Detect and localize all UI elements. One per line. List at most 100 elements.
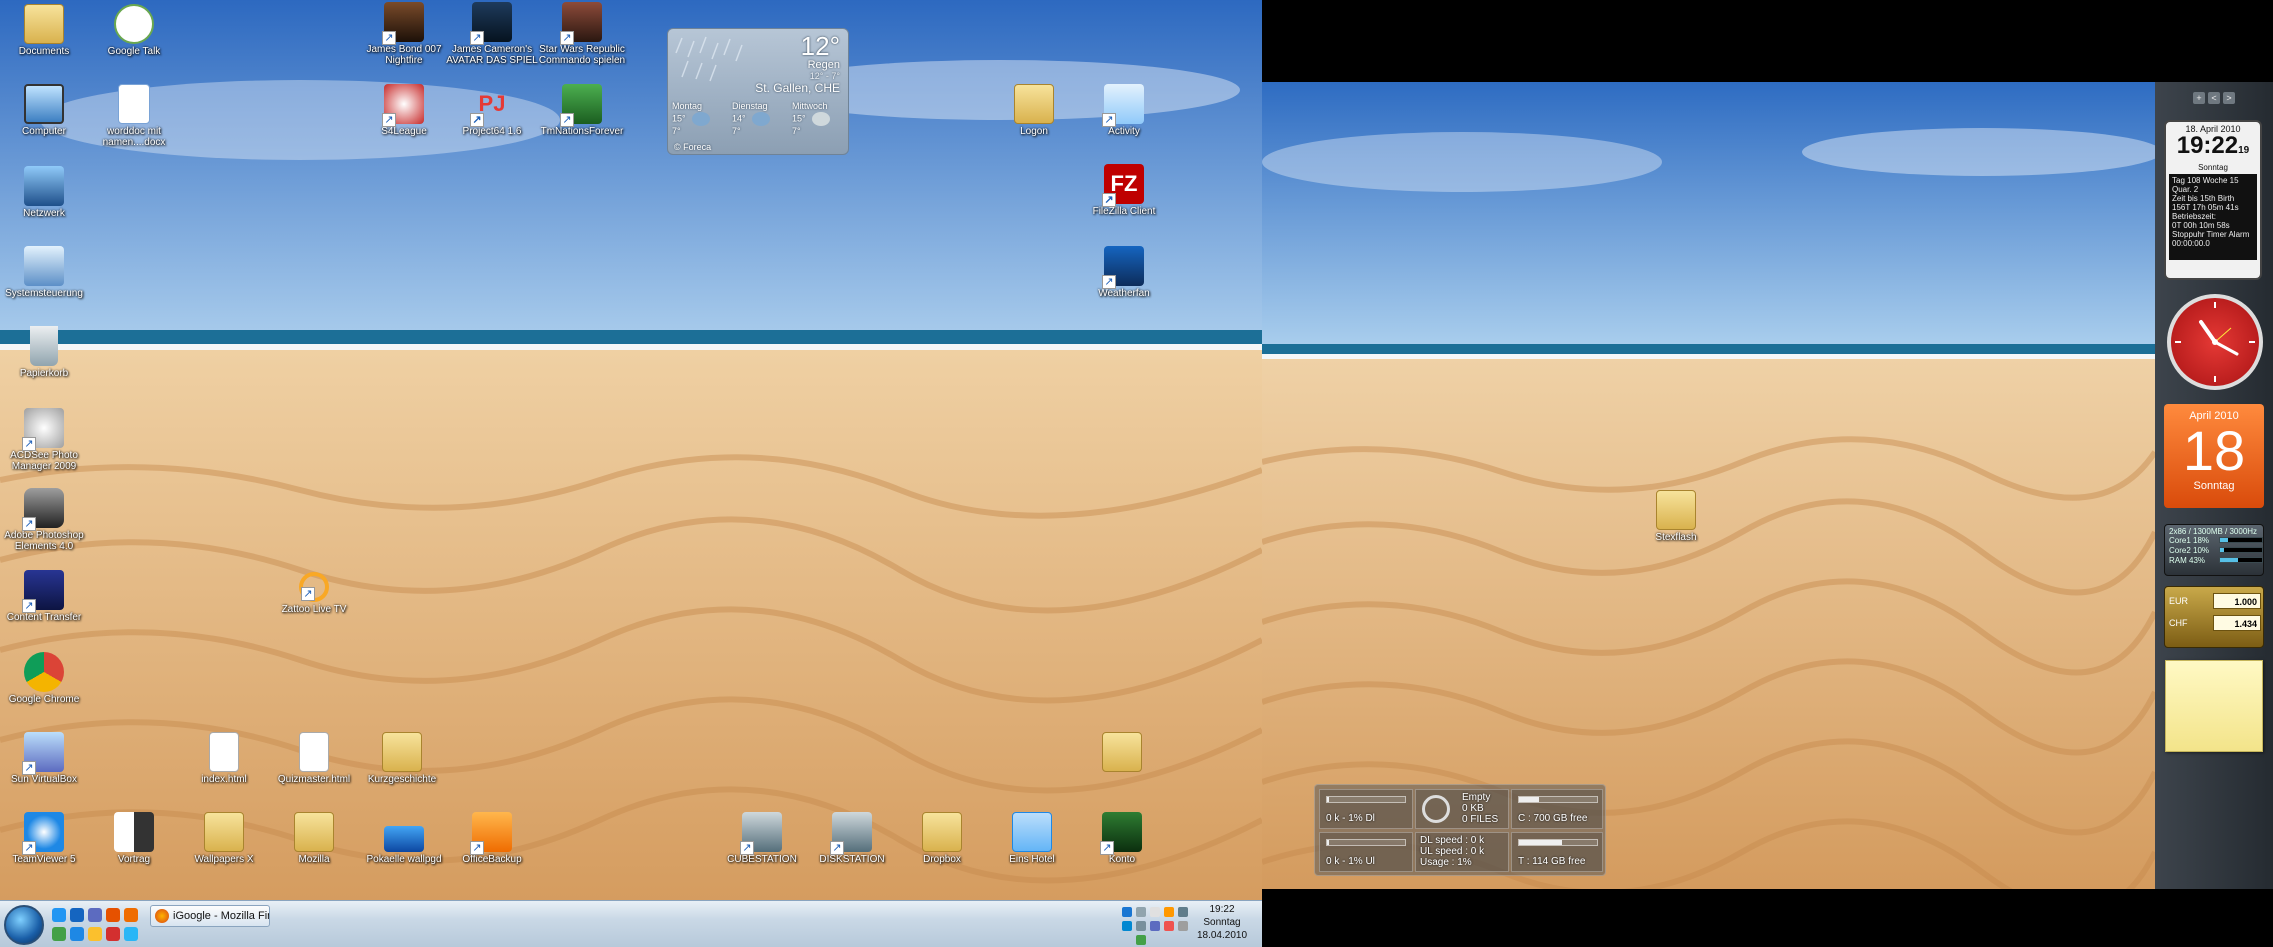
quicklaunch-app-icon[interactable] bbox=[88, 908, 102, 922]
desktop-icon-s4league[interactable]: S4League bbox=[358, 84, 450, 137]
prev-button[interactable]: < bbox=[2208, 92, 2220, 104]
tray-app-icon[interactable] bbox=[1136, 921, 1146, 931]
camera-icon bbox=[22, 488, 64, 531]
desktop-icon-acdsee[interactable]: ACDSee Photo Manager 2009 bbox=[0, 408, 90, 472]
desktop-icon-zattoo[interactable]: Zattoo Live TV bbox=[268, 572, 360, 615]
tray-app-icon[interactable] bbox=[1178, 907, 1188, 917]
quicklaunch-word-icon[interactable] bbox=[70, 927, 84, 941]
desktop-icon-james-bond[interactable]: James Bond 007 Nightfire bbox=[358, 2, 450, 66]
image-icon bbox=[384, 826, 424, 852]
desktop-icon-network[interactable]: Netzwerk bbox=[0, 166, 90, 219]
virtualbox-icon bbox=[22, 732, 64, 775]
firefox-html-icon bbox=[299, 732, 329, 772]
desktop-icon-stexflash[interactable]: Stexflash bbox=[1630, 490, 1722, 543]
desktop-icon-quizmaster[interactable]: Quizmaster.html bbox=[268, 732, 360, 785]
desktop-icon-mozilla[interactable]: Mozilla bbox=[268, 812, 360, 865]
start-button[interactable] bbox=[4, 905, 44, 945]
tray-app-icon[interactable] bbox=[1122, 921, 1132, 931]
forecast-day: Dienstag 14° 7° bbox=[732, 101, 790, 137]
next-button[interactable]: > bbox=[2223, 92, 2235, 104]
tray-app-icon[interactable] bbox=[1164, 921, 1174, 931]
desktop-icon-kurzgeschichte[interactable]: Kurzgeschichte bbox=[356, 732, 448, 785]
desktop-icon-cubestation[interactable]: CUBESTATION bbox=[716, 812, 808, 865]
currency-gadget[interactable]: EUR 1.000 CHF 1.434 bbox=[2164, 586, 2264, 648]
quicklaunch-app-icon[interactable] bbox=[106, 927, 120, 941]
desktop-icon-weatherfan[interactable]: Weatherfan bbox=[1078, 246, 1170, 299]
icon-label: Activity bbox=[1108, 126, 1140, 137]
clock-info-line: 0T 00h 10m 58s bbox=[2172, 221, 2230, 230]
desktop-icon-vortrag[interactable]: Vortrag bbox=[88, 812, 180, 865]
calendar-gadget[interactable]: April 2010 18 Sonntag bbox=[2164, 404, 2264, 508]
quicklaunch-app-icon[interactable] bbox=[124, 927, 138, 941]
icon-label: FileZilla Client bbox=[1092, 206, 1156, 217]
quicklaunch-app-icon[interactable] bbox=[88, 927, 102, 941]
desktop-icon-indexhtml[interactable]: index.html bbox=[178, 732, 270, 785]
desktop-icon-konto[interactable]: Konto bbox=[1076, 812, 1168, 865]
digital-clock-gadget[interactable]: 18. April 2010 19:2219 Sonntag Tag 108 W… bbox=[2164, 120, 2262, 280]
quicklaunch-explorer-icon[interactable] bbox=[70, 908, 84, 922]
folder-icon bbox=[1012, 812, 1052, 852]
tray-app-icon[interactable] bbox=[1164, 907, 1174, 917]
icon-label: James Bond 007 Nightfire bbox=[366, 44, 442, 66]
quicklaunch-show-desktop-icon[interactable] bbox=[52, 908, 66, 922]
clock-info-line: Zeit bis 15th Birth bbox=[2172, 194, 2235, 203]
tray-network-icon[interactable] bbox=[1122, 907, 1132, 917]
desktop-icon-project64[interactable]: PJProject64 1.6 bbox=[446, 84, 538, 137]
desktop-icon-filezilla[interactable]: FZFileZilla Client bbox=[1078, 164, 1170, 217]
quicklaunch-firefox-icon[interactable] bbox=[106, 908, 120, 922]
desktop-icon-folder[interactable] bbox=[1076, 732, 1168, 774]
app-icon bbox=[1100, 812, 1142, 855]
desktop-icon-content-transfer[interactable]: Content Transfer bbox=[0, 570, 90, 623]
desktop-icon-photoshop[interactable]: Adobe Photoshop Elements 4.0 bbox=[0, 488, 90, 552]
desktop-icon-chrome[interactable]: Google Chrome bbox=[0, 652, 90, 705]
desktop-icon-activity[interactable]: Activity bbox=[1078, 84, 1170, 137]
quicklaunch-app-icon[interactable] bbox=[52, 927, 66, 941]
desktop-icon-documents[interactable]: Documents bbox=[0, 4, 90, 57]
icon-label: Dropbox bbox=[923, 854, 961, 865]
currency-value[interactable]: 1.000 bbox=[2213, 593, 2261, 609]
tray-clock[interactable]: 19:22 Sonntag 18.04.2010 bbox=[1192, 903, 1252, 942]
icon-label: Zattoo Live TV bbox=[281, 604, 347, 615]
sticky-note-gadget[interactable] bbox=[2165, 660, 2263, 752]
desktop-icon-eins-hotel[interactable]: Eins Hotel bbox=[986, 812, 1078, 865]
currency-row: CHF 1.434 bbox=[2169, 615, 2261, 631]
taskbar-button-firefox[interactable]: iGoogle - Mozilla Fir... bbox=[150, 905, 270, 927]
desktop-icon-worddoc[interactable]: worddoc mit namen....docx bbox=[88, 84, 180, 148]
desktop-icon-virtualbox[interactable]: Sun VirtualBox bbox=[0, 732, 90, 785]
desktop-icon-pokaelle[interactable]: Pokaelle wallpgd bbox=[358, 812, 450, 865]
desktop-icon-tmnations[interactable]: TmNationsForever bbox=[536, 84, 628, 137]
desktop-icon-starwars[interactable]: Star Wars Republic Commando spielen bbox=[536, 2, 628, 66]
desktop-icon-wallpapers[interactable]: Wallpapers X bbox=[178, 812, 270, 865]
quicklaunch-app-icon[interactable] bbox=[124, 908, 138, 922]
analog-clock-gadget[interactable] bbox=[2167, 294, 2263, 390]
icon-label: Systemsteuerung bbox=[5, 288, 83, 299]
tray-clock-time: 19:22 bbox=[1209, 904, 1235, 915]
desktop-icon-avatar[interactable]: James Cameron's AVATAR DAS SPIEL bbox=[446, 2, 538, 66]
tray-app-icon[interactable] bbox=[1150, 907, 1160, 917]
add-gadget-button[interactable]: + bbox=[2193, 92, 2205, 104]
cpu-meter-gadget[interactable]: 2x86 / 1300MB / 3000Hz Core1 18% Core2 1… bbox=[2164, 524, 2264, 576]
forecast-low: 7° bbox=[732, 126, 741, 136]
clock-info-line: Betriebszeit: bbox=[2172, 212, 2217, 221]
desktop-icon-dropbox[interactable]: Dropbox bbox=[896, 812, 988, 865]
tray-volume-icon[interactable] bbox=[1178, 921, 1188, 931]
desktop-icon-google-talk[interactable]: Google Talk bbox=[88, 4, 180, 57]
desktop-icon-teamviewer[interactable]: TeamViewer 5 bbox=[0, 812, 90, 865]
tray-app-icon[interactable] bbox=[1136, 907, 1146, 917]
icon-label: Konto bbox=[1108, 854, 1136, 865]
folder-icon bbox=[204, 812, 244, 852]
network-meter-gadget[interactable]: 0 k - 1% Dl 0 k - 1% Ul Empty 0 KB 0 FIL… bbox=[1314, 784, 1606, 876]
clock-tabs[interactable]: Stoppuhr Timer Alarm bbox=[2172, 230, 2254, 239]
currency-value[interactable]: 1.434 bbox=[2213, 615, 2261, 631]
weather-city: St. Gallen, CHE bbox=[755, 81, 840, 95]
desktop-icon-computer[interactable]: Computer bbox=[0, 84, 90, 137]
network-drive-icon bbox=[830, 812, 872, 855]
tray-app-icon[interactable] bbox=[1150, 921, 1160, 931]
tray-app-icon[interactable] bbox=[1136, 935, 1146, 945]
desktop-icon-logon[interactable]: Logon bbox=[988, 84, 1080, 137]
desktop-icon-officebackup[interactable]: OfficeBackup bbox=[446, 812, 538, 865]
desktop-icon-systemsteuerung[interactable]: Systemsteuerung bbox=[0, 246, 90, 299]
desktop-icon-diskstation[interactable]: DISKSTATION bbox=[806, 812, 898, 865]
weather-gadget[interactable]: 12° Regen 12° - 7° St. Gallen, CHE Monta… bbox=[667, 28, 849, 155]
desktop-icon-papierkorb[interactable]: Papierkorb bbox=[0, 326, 90, 379]
